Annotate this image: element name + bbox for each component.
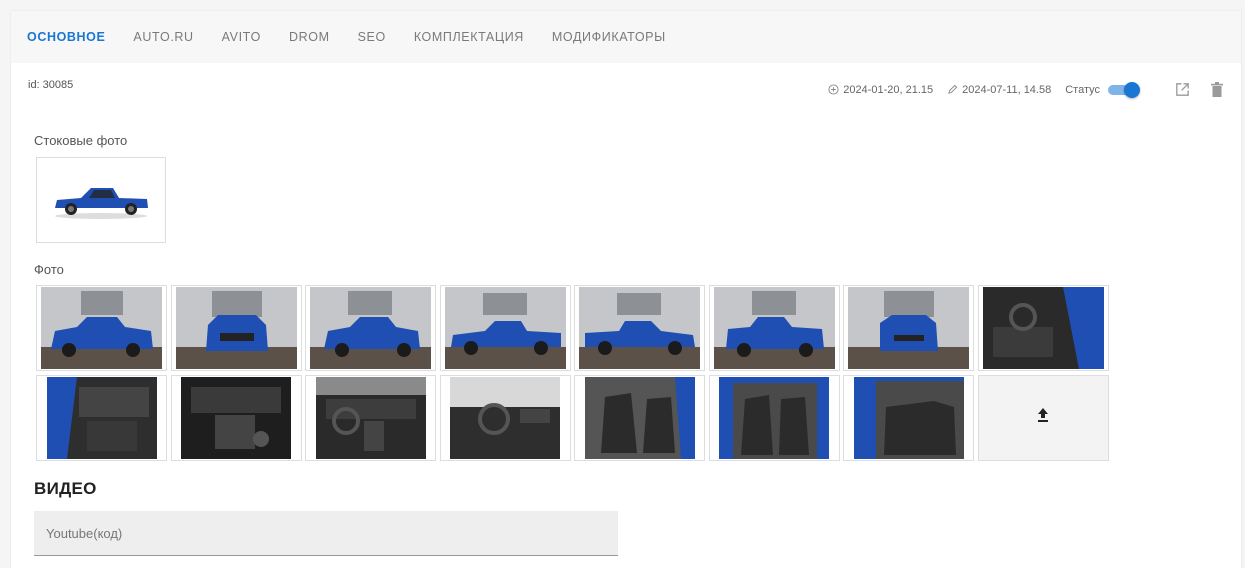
created-date-value: 2024-01-20, 21.15 (843, 83, 934, 96)
interior-photo (982, 287, 1104, 369)
tab-modifiers[interactable]: МОДИФИКАТОРЫ (552, 30, 666, 44)
interior-photo (584, 376, 695, 459)
photo-thumb[interactable] (977, 285, 1109, 371)
created-date: 2024-01-20, 21.15 (828, 84, 933, 96)
stock-photo-thumb[interactable] (36, 157, 166, 243)
trash-icon[interactable] (1211, 81, 1223, 98)
external-link-icon[interactable] (1174, 81, 1191, 98)
interior-photo (315, 376, 426, 459)
photo-thumb[interactable] (305, 374, 436, 461)
tab-avito[interactable]: AVITO (222, 30, 261, 44)
photos-label: Фото (34, 262, 64, 277)
tab-equipment[interactable]: КОМПЛЕКТАЦИЯ (414, 30, 524, 44)
record-meta: 2024-01-20, 21.15 2024-07-11, 14.58 Стат… (828, 81, 1223, 98)
photo-thumb[interactable] (439, 374, 571, 461)
exterior-photo (848, 287, 969, 369)
interior-photo (450, 376, 560, 459)
tab-bar: ОСНОВНОЕ AUTO.RU AVITO DROM SEO КОМПЛЕКТ… (11, 11, 1241, 63)
video-section-title: ВИДЕО (34, 479, 97, 498)
photo-thumb[interactable] (439, 285, 571, 371)
photo-thumb[interactable] (708, 374, 840, 461)
photo-thumb[interactable] (170, 374, 302, 461)
youtube-code-input[interactable] (34, 511, 618, 555)
updated-date-value: 2024-07-11, 14.58 (962, 83, 1052, 96)
interior-photo (853, 376, 964, 459)
upload-icon (1037, 408, 1049, 427)
tab-seo[interactable]: SEO (358, 30, 386, 44)
photo-thumb[interactable] (36, 285, 167, 371)
photo-thumb[interactable] (305, 285, 436, 371)
photo-thumb[interactable] (843, 374, 974, 461)
pencil-icon (947, 84, 958, 95)
interior-photo (181, 376, 291, 459)
record-id: id: 30085 (28, 79, 74, 91)
editor-frame: ОСНОВНОЕ AUTO.RU AVITO DROM SEO КОМПЛЕКТ… (11, 11, 1241, 568)
photo-thumb[interactable] (574, 285, 705, 371)
photo-thumb[interactable] (708, 285, 840, 371)
photo-thumb[interactable] (843, 285, 974, 371)
exterior-photo (41, 287, 162, 369)
exterior-photo (310, 287, 431, 369)
exterior-photo (579, 287, 700, 369)
photo-thumb[interactable] (574, 374, 705, 461)
stock-photos-label: Стоковые фото (34, 133, 128, 148)
status-label: Статус (1065, 83, 1100, 96)
exterior-photo (713, 287, 835, 369)
pickup-truck-image (55, 188, 148, 219)
exterior-photo (175, 287, 297, 369)
tab-main[interactable]: ОСНОВНОЕ (27, 30, 105, 44)
plus-circle-icon (828, 84, 839, 95)
exterior-photo (444, 287, 566, 369)
interior-photo (46, 376, 157, 459)
tab-drom[interactable]: DROM (289, 30, 330, 44)
photo-thumb[interactable] (170, 285, 302, 371)
interior-photo (719, 376, 829, 459)
updated-date: 2024-07-11, 14.58 (947, 84, 1051, 96)
tab-autoru[interactable]: AUTO.RU (133, 30, 193, 44)
status-toggle[interactable] (1108, 81, 1140, 98)
photo-thumb[interactable] (36, 374, 167, 461)
youtube-code-field[interactable] (34, 511, 618, 556)
photo-grid (36, 285, 1109, 461)
upload-photo-button[interactable] (977, 374, 1109, 461)
